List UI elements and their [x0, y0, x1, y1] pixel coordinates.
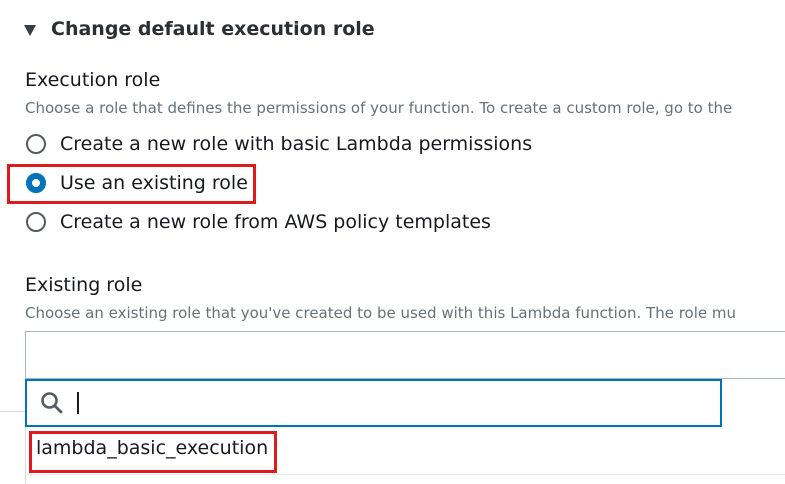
radio-button[interactable]	[26, 212, 46, 232]
dropdown-option-lambda-basic-execution[interactable]: lambda_basic_execution	[36, 437, 268, 459]
section-toggle-change-default-execution-role[interactable]: Change default execution role	[24, 14, 375, 44]
radio-button[interactable]	[26, 134, 46, 154]
caret-down-icon	[24, 24, 36, 36]
text-cursor	[77, 392, 79, 414]
radio-option-use-existing-role[interactable]: Use an existing role	[26, 168, 248, 198]
radio-option-label: Create a new role from AWS policy templa…	[60, 211, 491, 233]
radio-button-selected[interactable]	[26, 173, 46, 193]
radio-option-policy-templates[interactable]: Create a new role from AWS policy templa…	[26, 207, 491, 237]
execution-role-label: Execution role	[25, 69, 161, 91]
existing-role-label: Existing role	[25, 274, 143, 296]
option-divider	[26, 474, 785, 475]
existing-role-description: Choose an existing role that you've crea…	[25, 304, 737, 322]
existing-role-select[interactable]	[25, 331, 785, 379]
section-title: Change default execution role	[51, 18, 375, 40]
radio-option-create-basic-role[interactable]: Create a new role with basic Lambda perm…	[26, 129, 532, 159]
search-icon	[41, 392, 63, 414]
radio-option-label: Use an existing role	[60, 172, 248, 194]
dropdown-search-input[interactable]	[25, 379, 722, 427]
execution-role-description: Choose a role that defines the permissio…	[25, 99, 733, 117]
radio-option-label: Create a new role with basic Lambda perm…	[60, 133, 533, 155]
